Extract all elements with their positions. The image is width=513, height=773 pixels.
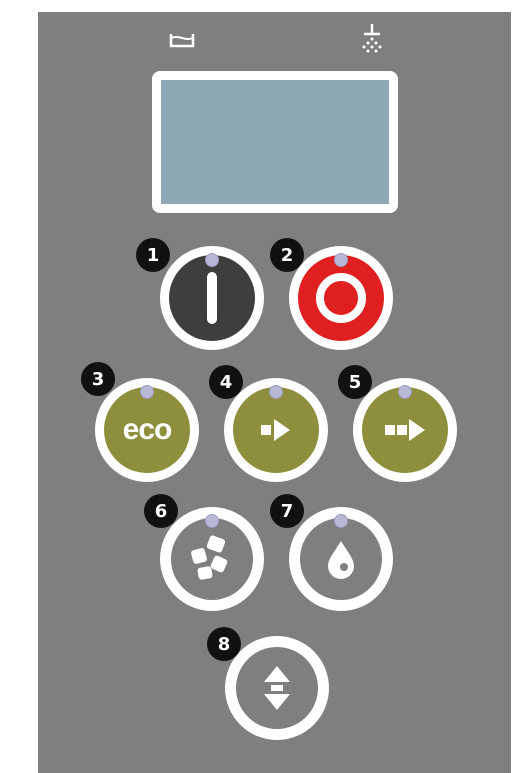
play-short-icon	[261, 419, 290, 441]
indicator-led-1	[205, 253, 219, 267]
button-number-7: 7	[270, 494, 304, 528]
button-number-1: 1	[136, 238, 170, 272]
button-number-5: 5	[338, 365, 372, 399]
button-number-3: 3	[81, 362, 115, 396]
dishes-icon	[191, 535, 228, 580]
button-number-4: 4	[209, 365, 243, 399]
button-number-2: 2	[270, 238, 304, 272]
lcd-screen	[161, 80, 389, 204]
indicator-led-4	[269, 385, 283, 399]
indicator-led-7	[334, 514, 348, 528]
drop-icon	[328, 541, 354, 579]
up-down-icon	[264, 666, 290, 710]
power-off-icon	[316, 273, 366, 323]
indicator-led-5	[398, 385, 412, 399]
shower-icon	[362, 24, 382, 53]
indicator-led-3	[140, 385, 154, 399]
play-long-icon	[385, 419, 425, 441]
power-on-icon	[207, 272, 217, 324]
button-number-8: 8	[207, 627, 241, 661]
indicator-led-2	[334, 253, 348, 267]
indicator-led-6	[205, 514, 219, 528]
eco-label: eco	[122, 413, 173, 446]
basin-icon	[169, 34, 195, 48]
up-down-button[interactable]	[225, 636, 329, 740]
button-number-6: 6	[144, 494, 178, 528]
lcd-display	[152, 71, 398, 213]
